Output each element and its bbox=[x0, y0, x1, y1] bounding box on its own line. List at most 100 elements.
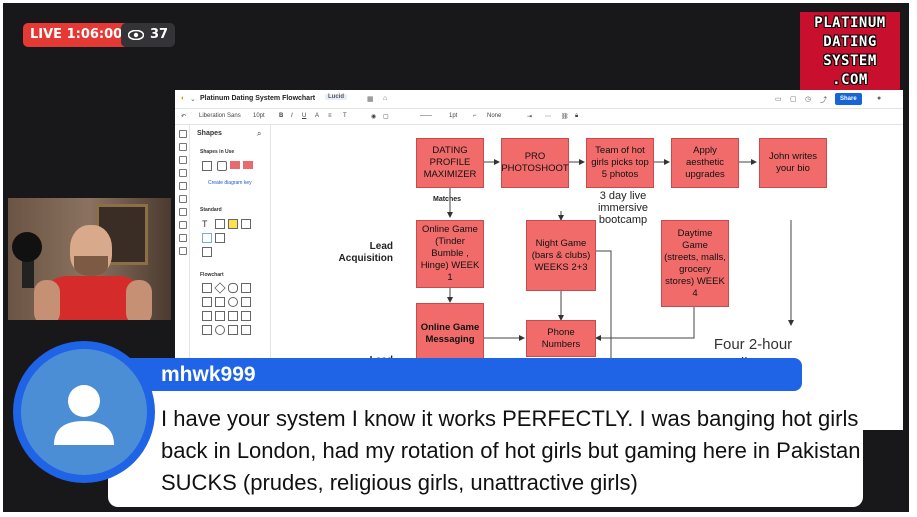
data-shape[interactable] bbox=[202, 297, 212, 307]
flow-node-dating-profile-maximizer[interactable]: DATING PROFILE MAXIMIZER bbox=[416, 138, 484, 188]
streamer-beard bbox=[74, 256, 108, 276]
bootcamp-note: 3 day live immersive bootcamp bbox=[597, 190, 649, 226]
streamer-arm bbox=[34, 280, 60, 320]
chat-message-text: I have your system I know it works PERFE… bbox=[161, 406, 861, 495]
shapes-panel-title: Shapes bbox=[197, 130, 222, 137]
flow-node-pro-photoshoot[interactable]: PRO PHOTOSHOOT bbox=[501, 138, 569, 188]
document-tag[interactable]: Lucid bbox=[325, 94, 347, 100]
sort-shape[interactable] bbox=[241, 325, 251, 335]
line-tool-icon[interactable] bbox=[179, 169, 187, 177]
merge-shape[interactable] bbox=[202, 325, 212, 335]
flow-node-online-game[interactable]: Online Game (Tinder Bumble , Hinge) WEEK… bbox=[416, 220, 484, 288]
display-shape[interactable] bbox=[215, 311, 225, 321]
flow-node-phone-numbers[interactable]: Phone Numbers bbox=[526, 320, 596, 357]
shape-rect[interactable] bbox=[202, 161, 212, 171]
import-tool-icon[interactable] bbox=[179, 234, 187, 242]
image-shape[interactable] bbox=[202, 247, 212, 257]
fill-color-icon[interactable]: ◉ bbox=[371, 113, 376, 120]
line-style-select[interactable]: —— bbox=[420, 113, 432, 119]
line-width-select[interactable]: 1pt bbox=[449, 113, 457, 119]
frame-shape[interactable] bbox=[202, 233, 212, 243]
chat-username: mhwk999 bbox=[161, 363, 256, 386]
shapes-in-use-heading[interactable]: Shapes in Use bbox=[200, 149, 234, 155]
or-shape[interactable] bbox=[215, 325, 225, 335]
frame-tool-icon[interactable] bbox=[179, 143, 187, 151]
create-diagram-key-link[interactable]: Create diagram key bbox=[208, 180, 252, 186]
lock-icon[interactable]: 🔒︎ bbox=[575, 113, 578, 120]
document-title[interactable]: Platinum Dating System Flowchart bbox=[200, 95, 315, 102]
user-icon bbox=[54, 385, 114, 445]
stream-frame: LIVE 1:06:00 37 PLATINUM DATING SYSTEM .… bbox=[3, 3, 909, 512]
logo-line: PLATINUM bbox=[814, 15, 886, 31]
eye-icon bbox=[128, 30, 144, 40]
share-link-icon[interactable]: ⤴ bbox=[820, 95, 827, 105]
flow-node-online-game-messaging[interactable]: Online Game Messaging bbox=[416, 303, 484, 365]
standard-shapes-heading[interactable]: Standard bbox=[200, 207, 222, 213]
shapes-tool-icon[interactable] bbox=[179, 156, 187, 164]
font-select[interactable]: Liberation Sans bbox=[199, 113, 241, 119]
square-shape[interactable] bbox=[241, 219, 251, 229]
font-size-select[interactable]: 10pt bbox=[253, 113, 265, 119]
calendar-icon[interactable]: ▦ bbox=[367, 95, 374, 103]
chevron-down-icon[interactable]: ⌄ bbox=[190, 95, 196, 103]
card-shape[interactable] bbox=[228, 311, 238, 321]
shape-rounded[interactable] bbox=[217, 161, 227, 171]
note-shape[interactable] bbox=[228, 219, 238, 229]
text-color-button[interactable]: A bbox=[315, 113, 319, 119]
flow-node-team-picks-photos[interactable]: Team of hot girls picks top 5 photos bbox=[586, 138, 654, 188]
history-icon[interactable]: ◷ bbox=[805, 95, 811, 103]
comment-icon[interactable]: ▢ bbox=[790, 95, 797, 103]
app-logo-icon: ◐ bbox=[181, 95, 186, 102]
document-shape[interactable] bbox=[241, 283, 251, 293]
presentation-icon[interactable]: ▭ bbox=[775, 95, 782, 103]
user-avatar-icon[interactable]: ● bbox=[877, 95, 881, 102]
flow-node-apply-upgrades[interactable]: Apply aesthetic upgrades bbox=[671, 138, 739, 188]
link-icon[interactable]: ⛓ bbox=[561, 113, 569, 120]
share-button[interactable]: Share bbox=[835, 93, 862, 105]
text-tool-icon[interactable] bbox=[179, 182, 187, 190]
italic-button[interactable]: I bbox=[291, 113, 293, 119]
shape-red-rect[interactable] bbox=[230, 161, 240, 169]
predefined-shape[interactable] bbox=[215, 297, 225, 307]
flow-node-night-game[interactable]: Night Game (bars & clubs) WEEKS 2+3 bbox=[526, 220, 596, 291]
terminator-shape[interactable] bbox=[228, 283, 238, 293]
tape-shape[interactable] bbox=[241, 311, 251, 321]
flow-node-daytime-game[interactable]: Daytime Game (streets, malls, grocery st… bbox=[661, 220, 729, 307]
flowchart-shapes-heading[interactable]: Flowchart bbox=[200, 272, 224, 278]
connector-shape[interactable] bbox=[228, 297, 238, 307]
logo-line: DATING bbox=[823, 34, 877, 50]
delay-shape[interactable] bbox=[228, 325, 238, 335]
line-end-select[interactable]: None bbox=[487, 113, 501, 119]
line-start-icon[interactable]: ⌐ bbox=[473, 113, 477, 119]
shape-red-rect[interactable] bbox=[243, 161, 253, 169]
matches-label: Matches bbox=[433, 196, 462, 203]
manual-input-shape[interactable] bbox=[202, 311, 212, 321]
template-tool-icon[interactable] bbox=[179, 221, 187, 229]
undo-icon[interactable]: ↶ bbox=[181, 113, 186, 120]
text-shape[interactable]: T bbox=[202, 219, 210, 229]
folder-icon[interactable]: ⌂ bbox=[383, 95, 387, 102]
viewer-count: 37 bbox=[150, 27, 169, 42]
more-options-icon[interactable]: ⋯ bbox=[545, 113, 551, 120]
microphone-icon bbox=[12, 232, 42, 262]
bold-button[interactable]: B bbox=[279, 113, 283, 119]
process-shape[interactable] bbox=[202, 283, 212, 293]
extensions-tool-icon[interactable] bbox=[179, 247, 187, 255]
align-button[interactable]: ≡ bbox=[328, 113, 332, 119]
text-options-icon[interactable]: T bbox=[343, 113, 347, 119]
pointer-tool-icon[interactable] bbox=[179, 130, 187, 138]
decision-shape[interactable] bbox=[214, 282, 226, 294]
arrow-style-icon[interactable]: ⇥ bbox=[527, 113, 532, 120]
pen-tool-icon[interactable] bbox=[179, 195, 187, 203]
container-shape[interactable] bbox=[215, 233, 225, 243]
flow-node-john-writes-bio[interactable]: John writes your bio bbox=[759, 138, 827, 188]
rect-shape[interactable] bbox=[215, 219, 225, 229]
logo-line: SYSTEM bbox=[823, 53, 877, 69]
comment-tool-icon[interactable] bbox=[179, 208, 187, 216]
search-icon[interactable]: ⌕ bbox=[257, 129, 261, 139]
chat-avatar bbox=[21, 349, 147, 475]
storage-shape[interactable] bbox=[241, 297, 251, 307]
live-badge: LIVE 1:06:00 bbox=[23, 23, 130, 47]
underline-button[interactable]: U bbox=[302, 113, 306, 119]
border-color-icon[interactable]: ▢ bbox=[383, 113, 389, 120]
